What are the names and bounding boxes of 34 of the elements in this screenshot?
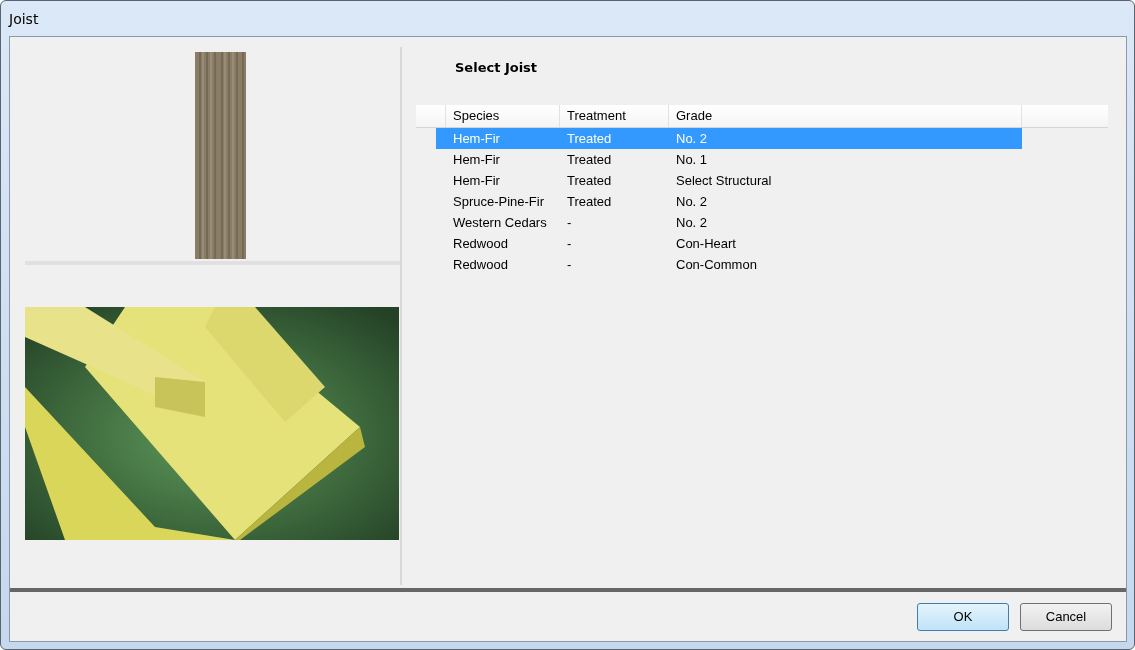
table-cell-text: - (566, 257, 573, 272)
dialog-button[interactable]: Cancel (1020, 602, 1112, 631)
table-cell-text: No. 2 (675, 194, 708, 209)
table-cell-text: - (566, 236, 573, 251)
table-cell-text: Redwood (452, 257, 509, 272)
table-row[interactable]: Hem-Fir Treated Select Structural (436, 170, 1022, 191)
table-row[interactable]: Redwood - Con-Heart (436, 233, 1022, 254)
table-cell-text: No. 2 (675, 215, 708, 230)
section-heading: Select Joist (455, 60, 539, 77)
table-cell-text: Western Cedars (452, 215, 548, 230)
dialog-button[interactable]: OK (917, 602, 1009, 631)
column-header[interactable]: Grade (669, 105, 1022, 127)
table-cell-text: Treated (566, 131, 613, 146)
table-cell-text: Treated (566, 152, 613, 167)
table-row[interactable]: Western Cedars - No. 2 (436, 212, 1022, 233)
table-row[interactable]: Hem-Fir Treated No. 1 (436, 149, 1022, 170)
table-cell-text: Hem-Fir (452, 131, 501, 146)
table-cell-text: Treated (566, 173, 613, 188)
column-header[interactable]: Treatment (560, 105, 669, 127)
table-cell-text: Redwood (452, 236, 509, 251)
table-cell-text: Treated (566, 194, 613, 209)
window-title: Joist (9, 10, 39, 27)
table-row[interactable]: Redwood - Con-Common (436, 254, 1022, 275)
table-cell-text: No. 1 (675, 152, 708, 167)
table-cell-text: - (566, 215, 573, 230)
table-cell-text: No. 2 (675, 131, 708, 146)
table-cell-text: Hem-Fir (452, 173, 501, 188)
table-cell-text: Con-Common (675, 257, 757, 272)
table-cell-text: Spruce-Pine-Fir (452, 194, 546, 209)
table-cell-text: Con-Heart (675, 236, 736, 251)
column-header[interactable]: Species (446, 105, 560, 127)
table-cell-text: Hem-Fir (452, 152, 501, 167)
table-cell-text: Select Structural (675, 173, 772, 188)
table-row[interactable]: Spruce-Pine-Fir Treated No. 2 (436, 191, 1022, 212)
